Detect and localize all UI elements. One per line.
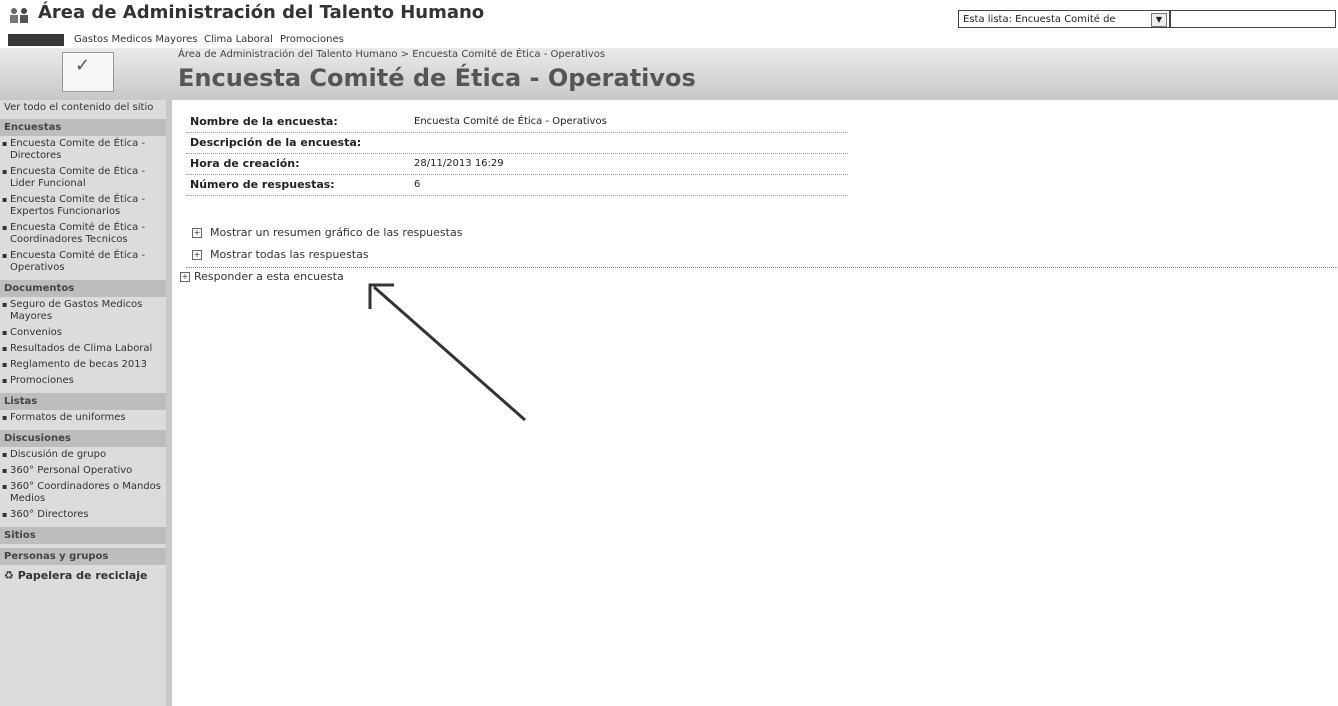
show-all-responses-link[interactable]: + Mostrar todas las respuestas <box>192 248 369 261</box>
prop-label: Número de respuestas: <box>190 178 335 191</box>
ql-item[interactable]: 360° Personal Operativo <box>0 463 166 479</box>
ql-item[interactable]: Seguro de Gastos Medicos Mayores <box>0 297 166 325</box>
expand-icon: + <box>192 250 202 260</box>
breadcrumb[interactable]: Área de Administración del Talento Human… <box>178 49 605 60</box>
arrow-annotation <box>368 283 526 422</box>
ql-header-documentos[interactable]: Documentos <box>0 280 166 297</box>
ql-item[interactable]: Discusión de grupo <box>0 447 166 463</box>
survey-properties: Nombre de la encuesta: Encuesta Comité d… <box>186 112 848 196</box>
table-row: Nombre de la encuesta: Encuesta Comité d… <box>186 112 848 133</box>
ql-item[interactable]: Convenios <box>0 325 166 341</box>
ql-header-discusiones[interactable]: Discusiones <box>0 430 166 447</box>
show-graphic-summary-label: Mostrar un resumen gráfico de las respue… <box>210 226 463 239</box>
search-scope-label: Esta lista: Encuesta Comité de <box>963 14 1116 25</box>
top-nav: Gastos Medicos Mayores Clima Laboral Pro… <box>0 32 1338 48</box>
tab-promociones[interactable]: Promociones <box>276 34 348 46</box>
show-graphic-summary-link[interactable]: + Mostrar un resumen gráfico de las respu… <box>192 226 462 239</box>
ql-item[interactable]: 360° Directores <box>0 507 166 523</box>
ql-item[interactable]: Encuesta Comite de Ética - Directores <box>0 136 166 164</box>
recycle-bin-link[interactable]: ♻ Papelera de reciclaje <box>0 565 166 586</box>
table-row: Hora de creación: 28/11/2013 16:29 <box>186 154 848 175</box>
ql-header-personas[interactable]: Personas y grupos <box>0 548 166 565</box>
prop-label: Descripción de la encuesta: <box>190 136 362 149</box>
expand-icon: + <box>192 228 202 238</box>
respond-survey-label: Responder a esta encuesta <box>194 270 344 283</box>
expand-icon: + <box>180 272 190 282</box>
prop-value <box>414 133 848 153</box>
ql-item[interactable]: 360° Coordinadores o Mandos Medios <box>0 479 166 507</box>
prop-value: 6 <box>414 179 421 190</box>
ql-header-listas[interactable]: Listas <box>0 393 166 410</box>
divider <box>186 267 1338 268</box>
ql-item[interactable]: Encuesta Comité de Ética - Coordinadores… <box>0 220 166 248</box>
ql-item[interactable]: Encuesta Comite de Ética - Lider Funcion… <box>0 164 166 192</box>
tab-home[interactable] <box>8 34 64 46</box>
ql-header-sitios[interactable]: Sitios <box>0 527 166 544</box>
survey-icon: ✓ <box>62 52 114 92</box>
tab-clima-laboral[interactable]: Clima Laboral <box>200 34 277 46</box>
tab-gastos-medicos[interactable]: Gastos Medicos Mayores <box>70 34 201 46</box>
prop-label: Nombre de la encuesta: <box>190 115 338 128</box>
title-area: ✓ Área de Administración del Talento Hum… <box>0 48 1338 100</box>
quick-launch: Ver todo el contenido del sitio Encuesta… <box>0 100 172 706</box>
recycle-bin-label: Papelera de reciclaje <box>17 569 148 582</box>
ql-item[interactable]: Promociones <box>0 373 166 389</box>
chevron-down-icon[interactable]: ▼ <box>1151 13 1167 27</box>
ql-item[interactable]: Reglamento de becas 2013 <box>0 357 166 373</box>
prop-value: Encuesta Comité de Ética - Operativos <box>414 116 607 127</box>
prop-value: 28/11/2013 16:29 <box>414 158 504 169</box>
show-all-responses-label: Mostrar todas las respuestas <box>210 248 369 261</box>
table-row: Número de respuestas: 6 <box>186 175 848 196</box>
people-icon <box>10 8 28 23</box>
search-input[interactable] <box>1170 10 1336 28</box>
recycle-bin-icon: ♻ <box>4 569 14 582</box>
page-title: Encuesta Comité de Ética - Operativos <box>178 64 696 92</box>
ql-item[interactable]: Formatos de uniformes <box>0 410 166 426</box>
search-scope-select[interactable]: Esta lista: Encuesta Comité de ▼ <box>958 10 1170 28</box>
prop-label: Hora de creación: <box>190 157 300 170</box>
ql-item[interactable]: Encuesta Comité de Ética - Operativos <box>0 248 166 276</box>
table-row: Descripción de la encuesta: <box>186 133 848 154</box>
ql-header-encuestas[interactable]: Encuestas <box>0 119 166 136</box>
ql-item[interactable]: Resultados de Clima Laboral <box>0 341 166 357</box>
respond-survey-link[interactable]: + Responder a esta encuesta <box>180 270 344 283</box>
view-all-content-link[interactable]: Ver todo el contenido del sitio <box>0 100 166 115</box>
ql-item[interactable]: Encuesta Comite de Ética - Expertos Func… <box>0 192 166 220</box>
site-title[interactable]: Área de Administración del Talento Human… <box>38 2 484 23</box>
